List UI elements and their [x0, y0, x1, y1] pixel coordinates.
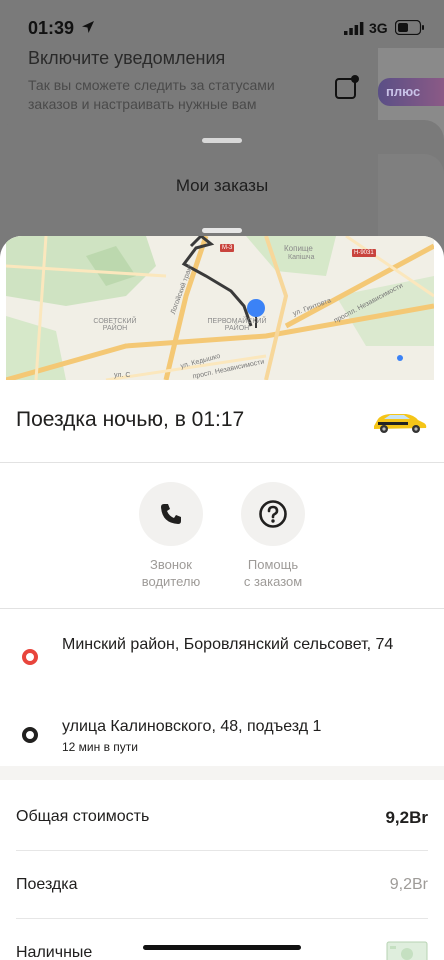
call-driver-button[interactable]: Звонок водителю — [126, 482, 216, 590]
total-price-value: 9,2Br — [385, 808, 428, 827]
section-gap — [0, 766, 444, 780]
pickup-address[interactable]: Минский район, Боровлянский сельсовет, 7… — [62, 634, 432, 656]
orders-sheet-handle[interactable] — [202, 138, 242, 143]
order-help-button[interactable]: Помощь с заказом — [228, 482, 318, 590]
map-place-label: Копище — [284, 244, 313, 253]
total-price-label: Общая стоимость — [16, 808, 150, 825]
map-route-badge-h9031: Н-9031 — [352, 249, 376, 257]
taxi-car-icon — [374, 414, 427, 433]
status-time: 01:39 — [28, 18, 75, 38]
payment-method-label: Наличные — [16, 944, 93, 960]
row-divider — [16, 918, 428, 919]
route-map[interactable]: М-3 Н-9031 Копище Капішча СОВЕТСКИЙ РАЙО… — [6, 236, 434, 380]
trip-title: Поездка ночью, в 01:17 — [16, 408, 245, 431]
order-help-label: Помощь с заказом — [243, 557, 303, 589]
destination-point-icon — [22, 727, 38, 743]
ride-price-value: 9,2Br — [389, 876, 428, 893]
status-bar: 01:39 3G — [0, 0, 444, 48]
trip-details-sheet: М-3 Н-9031 Копище Капішча СОВЕТСКИЙ РАЙО… — [0, 236, 444, 960]
section-divider — [0, 462, 444, 463]
notification-title: Включите уведомления — [28, 48, 226, 68]
destination-address[interactable]: улица Калиновского, 48, подъезд 1 — [62, 716, 432, 738]
map-place-label: Капішча — [288, 254, 315, 261]
location-arrow-icon — [82, 21, 94, 33]
call-driver-circle[interactable] — [139, 482, 203, 546]
notification-badge-icon[interactable] — [334, 74, 360, 100]
orders-title: Мои заказы — [175, 176, 269, 195]
cell-signal-icon — [344, 22, 364, 35]
trip-eta: 12 мин в пути — [62, 740, 139, 754]
plus-badge[interactable]: плюс — [378, 78, 444, 106]
ride-price-row: Поездка 9,2Br — [16, 876, 428, 900]
call-driver-label: Звонок водителю — [141, 557, 201, 589]
map-route-badge-m3: М-3 — [220, 244, 235, 252]
pickup-point-icon — [22, 649, 38, 665]
map-district-label: ПЕРВОМАЙСКИЙ РАЙОН — [207, 318, 267, 332]
map-road-label: ул. С — [114, 372, 131, 379]
help-icon — [259, 500, 287, 528]
phone-icon — [161, 504, 181, 524]
cash-icon — [386, 941, 428, 960]
home-indicator[interactable] — [143, 945, 301, 950]
network-type: 3G — [369, 20, 388, 36]
trip-sheet-handle[interactable] — [202, 228, 242, 233]
map-district-label: СОВЕТСКИЙ РАЙОН — [93, 318, 137, 332]
ride-price-label: Поездка — [16, 876, 78, 893]
order-help-circle[interactable] — [241, 482, 305, 546]
section-divider — [0, 608, 444, 609]
battery-icon — [395, 20, 424, 35]
row-divider — [16, 850, 428, 851]
total-price-row: Общая стоимость 9,2Br — [16, 808, 428, 832]
